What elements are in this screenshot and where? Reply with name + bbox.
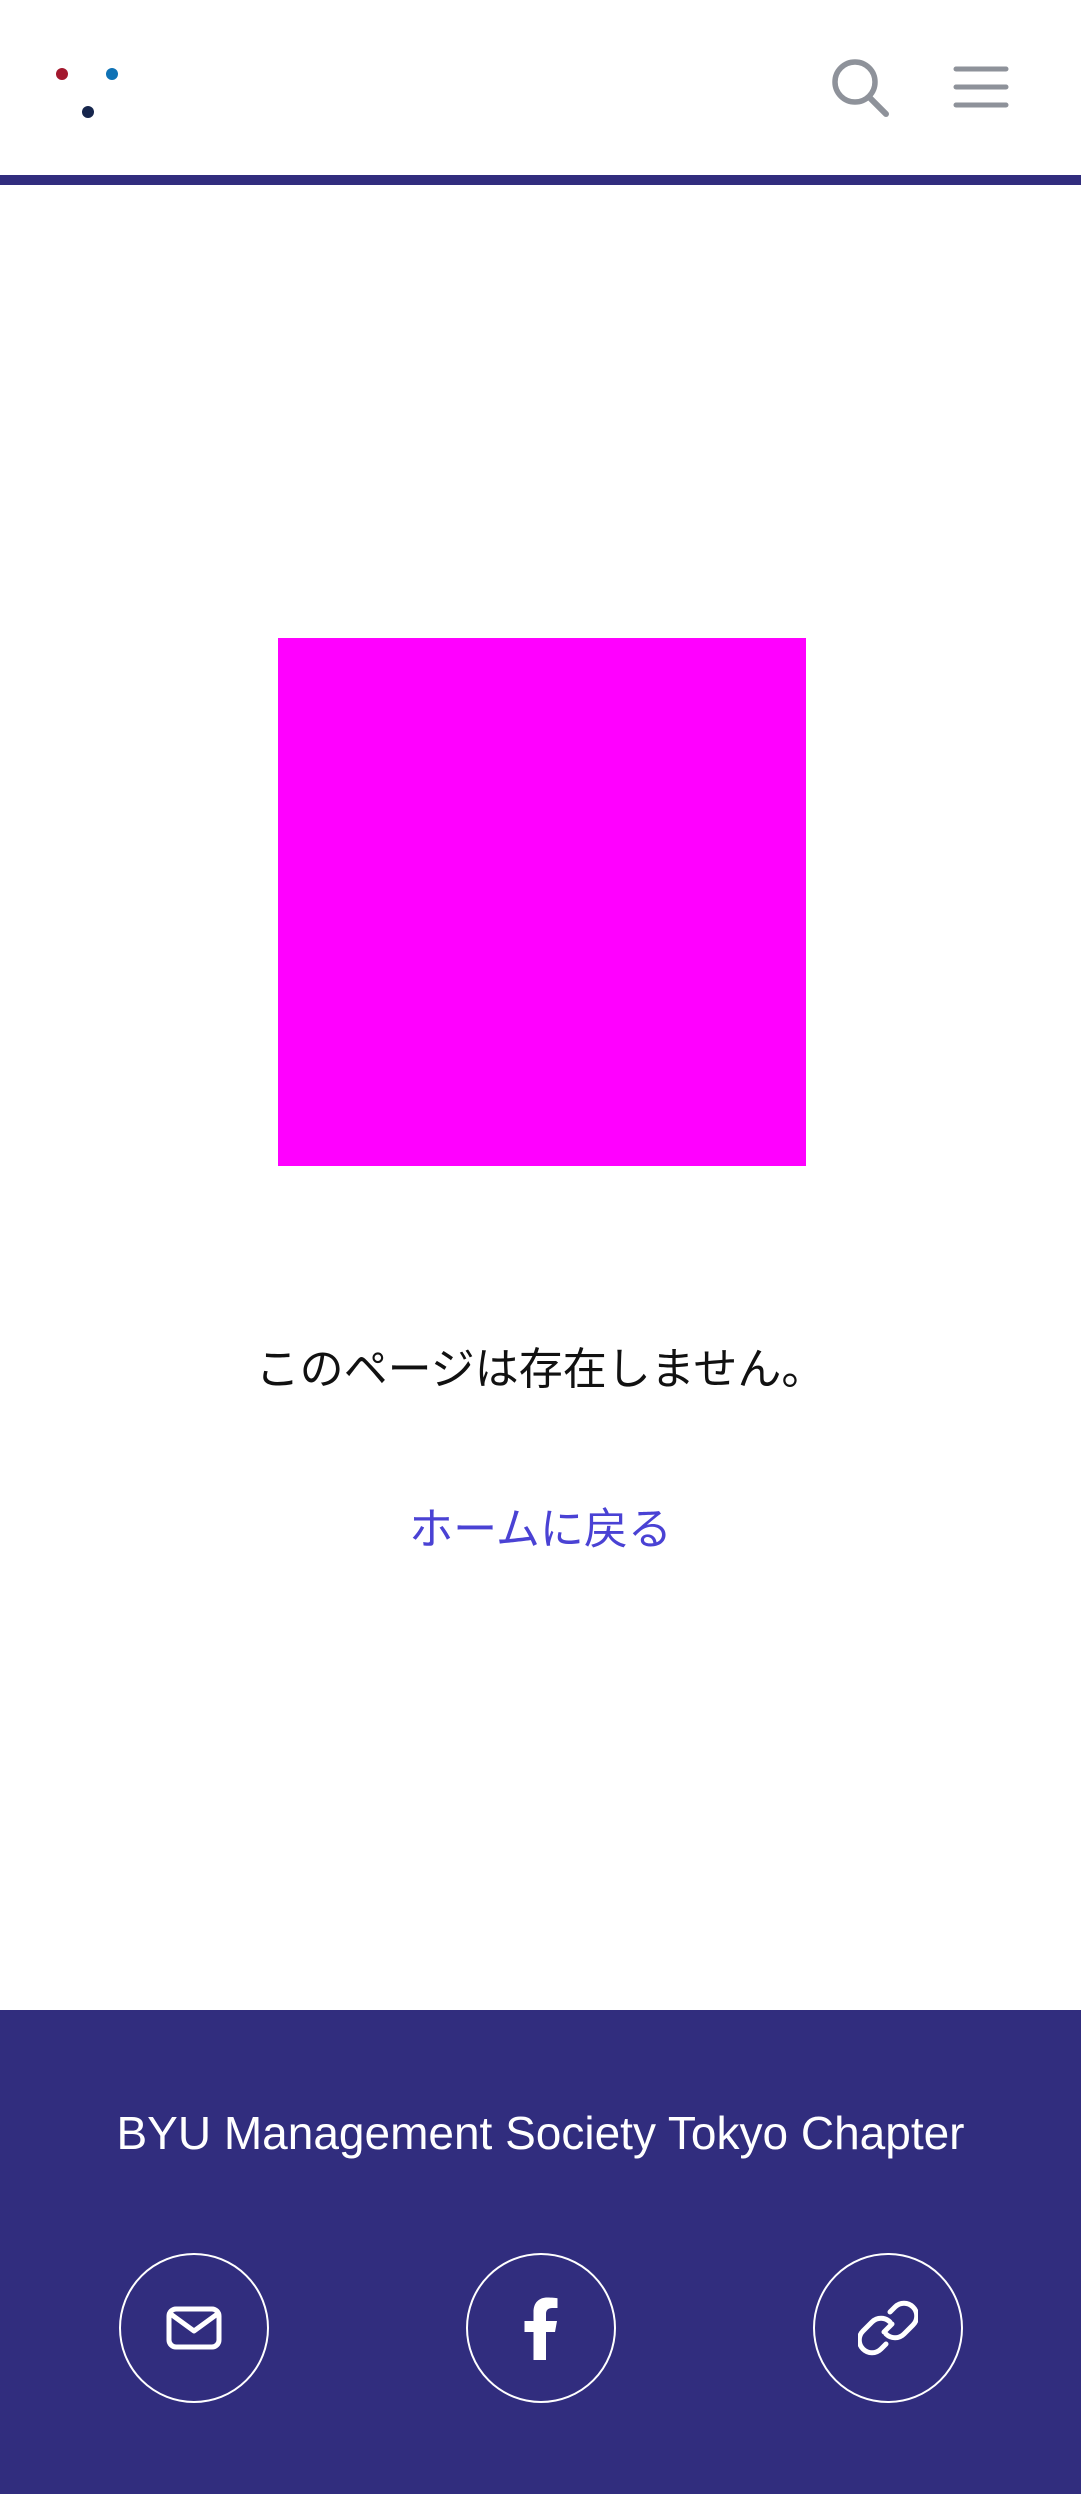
- search-button[interactable]: [826, 52, 896, 122]
- error-image-placeholder: [278, 638, 806, 1166]
- facebook-button[interactable]: [466, 2253, 616, 2403]
- not-found-message: このページは存在しません。: [255, 1344, 826, 1395]
- mail-button[interactable]: [119, 2253, 269, 2403]
- three-dot-logo-icon: [56, 68, 118, 118]
- link-icon: [858, 2300, 918, 2356]
- site-logo[interactable]: [48, 60, 128, 130]
- hamburger-menu-icon: [953, 66, 1009, 108]
- site-footer: BYU Management Society Tokyo Chapter: [0, 2010, 1081, 2494]
- facebook-icon: [524, 2297, 558, 2360]
- header-divider: [0, 175, 1081, 185]
- mail-icon: [166, 2306, 222, 2350]
- site-header: [0, 0, 1081, 175]
- footer-org-name: BYU Management Society Tokyo Chapter: [116, 2107, 965, 2159]
- back-to-home-link[interactable]: ホームに戻る: [0, 1500, 1081, 1560]
- menu-button[interactable]: [946, 52, 1016, 122]
- search-icon: [832, 59, 889, 117]
- link-button[interactable]: [813, 2253, 963, 2403]
